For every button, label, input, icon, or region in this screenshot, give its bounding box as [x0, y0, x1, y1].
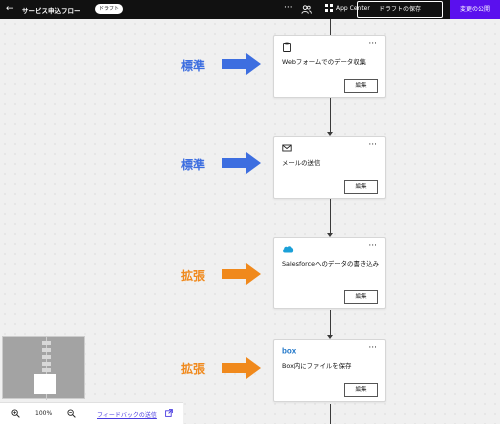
arrow-right-icon — [222, 263, 261, 285]
external-link-icon[interactable] — [165, 409, 173, 417]
minimap-node — [42, 341, 51, 345]
clipboard-icon — [283, 42, 291, 52]
step-more-icon[interactable]: ··· — [368, 39, 377, 49]
publish-button[interactable]: 変更の公開 — [450, 0, 500, 19]
annotation-standard: 標準 — [181, 59, 206, 73]
connector-line — [330, 19, 331, 36]
zoom-level: 100% — [35, 410, 53, 417]
more-options-icon[interactable]: ··· — [284, 3, 293, 13]
users-icon[interactable] — [301, 4, 312, 15]
step-card-email[interactable]: ··· メールの送信 編集 — [273, 136, 386, 199]
minimap-node — [42, 348, 51, 352]
arrow-left-icon[interactable]: ← — [6, 3, 14, 15]
draft-badge: ドラフト — [95, 4, 124, 14]
annotation-standard: 標準 — [181, 158, 206, 172]
edit-button[interactable]: 編集 — [344, 79, 378, 93]
step-card-salesforce[interactable]: ··· Salesforceへのデータの書き込み 編集 — [273, 237, 386, 309]
box-icon: box — [282, 347, 296, 356]
step-more-icon[interactable]: ··· — [368, 241, 377, 251]
zoom-in-icon[interactable] — [11, 409, 20, 418]
step-more-icon[interactable]: ··· — [368, 343, 377, 353]
minimap-node — [42, 362, 51, 366]
step-label: Salesforceへのデータの書き込み — [282, 260, 380, 268]
step-label: Webフォームでのデータ収集 — [282, 58, 367, 66]
step-card-box[interactable]: box ··· Box内にファイルを保存 編集 — [273, 339, 386, 402]
arrow-right-icon — [222, 357, 261, 379]
minimap-node — [42, 368, 51, 372]
minimap[interactable] — [2, 336, 85, 400]
step-more-icon[interactable]: ··· — [368, 140, 377, 150]
arrow-right-icon — [222, 152, 261, 174]
connector-line — [330, 199, 331, 235]
minimap-viewport[interactable] — [34, 374, 56, 394]
mail-icon — [282, 144, 292, 152]
connector-line — [330, 310, 331, 337]
annotation-extended: 拡張 — [181, 362, 206, 376]
annotation-extended: 拡張 — [181, 269, 206, 283]
step-label: メールの送信 — [282, 159, 321, 167]
minimap-node — [42, 355, 51, 359]
flow-title: サービス申込フロー — [22, 7, 81, 15]
zoom-out-icon[interactable] — [67, 409, 76, 418]
top-bar: ← サービス申込フロー ドラフト ··· App Center ドラフトの保存 … — [0, 0, 500, 19]
feedback-link[interactable]: フィードバックの送信 — [97, 410, 157, 419]
edit-button[interactable]: 編集 — [344, 180, 378, 194]
save-draft-button[interactable]: ドラフトの保存 — [357, 1, 443, 18]
arrow-right-icon — [222, 53, 261, 75]
step-label: Box内にファイルを保存 — [282, 362, 352, 370]
grid-icon — [325, 4, 333, 12]
edit-button[interactable]: 編集 — [344, 290, 378, 304]
svg-text:box: box — [282, 347, 296, 356]
step-card-webform[interactable]: ··· Webフォームでのデータ収集 編集 — [273, 35, 386, 98]
connector-line — [330, 404, 331, 424]
salesforce-icon — [283, 246, 294, 253]
connector-line — [330, 98, 331, 134]
edit-button[interactable]: 編集 — [344, 383, 378, 397]
zoom-bar: 100% フィードバックの送信 — [0, 402, 183, 424]
